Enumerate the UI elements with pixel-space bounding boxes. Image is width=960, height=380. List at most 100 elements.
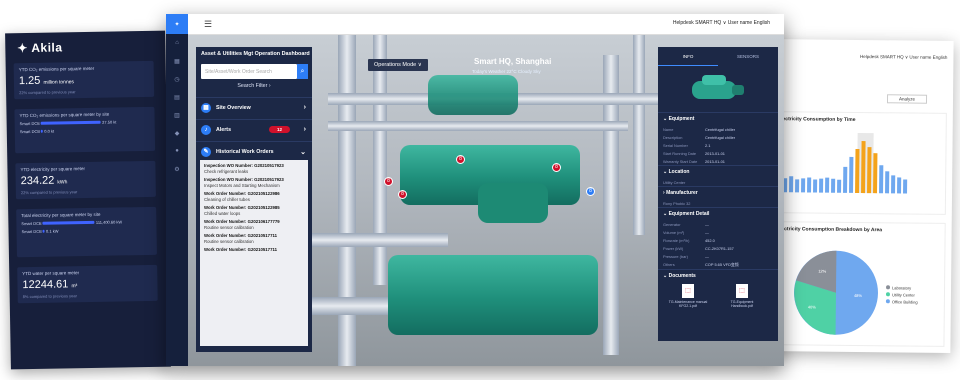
site-row: Smart DCE 111,400.60 kW <box>21 219 123 227</box>
pie-label: 48% <box>854 293 863 298</box>
alert-marker[interactable]: 8 <box>398 190 407 199</box>
legend-item: Laboratory <box>892 285 911 290</box>
list-item[interactable]: Inspection WO Number: G20210517923 Check … <box>204 163 304 174</box>
grid-nav-icon[interactable]: ▦ <box>166 52 188 70</box>
search-filter-link[interactable]: Search Filter › <box>196 83 312 89</box>
alert-marker[interactable]: 8 <box>456 155 465 164</box>
pin-nav-icon[interactable]: ● <box>166 142 188 160</box>
list-item[interactable]: Work Order Number: G20210517711 Routine s… <box>204 233 304 244</box>
site-card-title: YTD CO₂ emissions per square meter by si… <box>19 111 110 119</box>
chevron-right-icon: › <box>303 126 306 133</box>
detail-row: Generator — <box>663 221 709 227</box>
operations-mode-dropdown[interactable]: Operations Mode ∨ <box>368 59 428 71</box>
equipment-row: Name Centrifugal chiller <box>663 126 736 132</box>
chiller-motor[interactable] <box>478 183 548 223</box>
info-marker[interactable]: 8 <box>586 187 595 196</box>
main-operation-window: ✦ ⌂ ▦ ◷ ▤ ▥ ◆ ● ⚙ ☰ Helpdesk SMART HQ ∨ … <box>166 14 784 366</box>
legend-item: Utility Center <box>892 292 916 297</box>
list-item[interactable]: Work Order Number: G202105122986 Cleaning… <box>204 191 304 202</box>
list-item[interactable]: Work Order Number: G202105122985 Chilled … <box>204 205 304 216</box>
top-bar-user-menu[interactable]: Helpdesk SMART HQ ∨ User name English <box>673 20 770 26</box>
kpi-delta: 8% compared to previous year <box>22 293 77 300</box>
legend-item: Office Building <box>892 299 918 304</box>
chevron-down-icon: ⌄ <box>300 148 306 156</box>
pdf-icon: ⬚ <box>682 284 694 298</box>
side-nav: ✦ ⌂ ▦ ◷ ▤ ▥ ◆ ● ⚙ <box>166 14 188 366</box>
site-overview-row[interactable]: ▦ Site Overview › <box>196 97 312 117</box>
pdf-icon: ⬚ <box>736 284 748 298</box>
documents-header[interactable]: ⌄ Documents <box>658 269 778 282</box>
pipe <box>328 121 628 131</box>
site-title: Smart HQ, Shanghai <box>474 57 552 66</box>
detail-row: Power (kW) CC-2K07R1-157 <box>663 245 734 251</box>
search-icon[interactable]: ⌕ <box>297 64 308 79</box>
tab-sensors[interactable]: SENSORS <box>718 47 778 66</box>
kpi-title: YTD CO₂ emissions per square meter <box>18 65 95 73</box>
alert-marker[interactable]: 8 <box>552 163 561 172</box>
list-item[interactable]: Work Order Number: G202106177779 Routine … <box>204 219 304 230</box>
site-card-title: Total electricity per square meter by si… <box>21 211 101 219</box>
bell-icon: ♪ <box>201 124 211 135</box>
list-item[interactable]: Inspection WO Number: G20210517923 Inspec… <box>204 177 304 188</box>
list-item[interactable]: Work Order Number: G20210517711 <box>204 247 304 252</box>
chiller-thumbnail-icon <box>692 75 744 99</box>
grid-icon: ▦ <box>201 102 211 113</box>
chart-nav-icon[interactable]: ▥ <box>166 106 188 124</box>
tab-info[interactable]: INFO <box>658 47 718 66</box>
equipment-row: Description Centrifugal chiller <box>663 134 736 140</box>
top-bar: ☰ Helpdesk SMART HQ ∨ User name English <box>188 14 784 35</box>
alerts-row[interactable]: ♪ Alerts 12 › <box>196 119 312 139</box>
analyze-button[interactable]: Analyze <box>886 94 928 104</box>
section-label: Site Overview <box>216 104 251 111</box>
kpi-card-co2: YTD CO₂ emissions per square meter 1.25 … <box>13 60 155 100</box>
right-panel: INFO SENSORS ⌄ Equipment Name Centrifugal… <box>658 47 778 341</box>
kpi-delta: 22% compared to previous year <box>19 89 76 96</box>
time-bar-chart <box>783 132 908 194</box>
settings-nav-icon[interactable]: ⚙ <box>166 160 188 178</box>
site-row: Smart DCE 27.50 kt <box>19 119 117 127</box>
detail-row: Volume (m³) — <box>663 229 709 235</box>
chevron-right-icon: › <box>303 104 306 111</box>
clock-nav-icon[interactable]: ◷ <box>166 70 188 88</box>
kpi-value: 1.25 million tonnes <box>18 74 75 88</box>
documents-list: ⬚ TG-Maintenance manual KFG2.1.pdf ⬚ TG-… <box>658 282 778 310</box>
detail-row: Pressure (bar) — <box>663 253 709 259</box>
akila-logo: ✦ Akila <box>17 40 63 56</box>
logo-nav-icon[interactable]: ✦ <box>166 14 188 34</box>
wrench-icon: ✎ <box>201 146 211 157</box>
search-input[interactable]: Site/Asset/Work Order Search <box>201 64 297 79</box>
site-electricity-card: Total electricity per square meter by si… <box>16 206 157 258</box>
equipment-row: Serial Number 2.1 <box>663 142 711 148</box>
chiller-unit-2[interactable] <box>388 255 598 335</box>
doc-nav-icon[interactable]: ▤ <box>166 88 188 106</box>
cube-nav-icon[interactable]: ◆ <box>166 124 188 142</box>
manufacturer-header[interactable]: › Manufacturer <box>658 186 778 199</box>
pdf-document[interactable]: ⬚ TG-Maintenance manual KFG2.1.pdf <box>666 284 710 308</box>
location-value: Utility Center <box>663 179 686 185</box>
site-row: Smart DCB 0.0 kt <box>19 128 55 135</box>
pie-label: 12% <box>818 269 827 274</box>
work-order-list: Inspection WO Number: G20210517923 Check … <box>200 160 308 346</box>
site-row: Smart DCB 0.1 kW <box>21 228 59 235</box>
equipment-header[interactable]: ⌄ Equipment <box>658 112 778 125</box>
pipe <box>373 35 387 285</box>
area-chart-card: Electricity Consumption Breakdown by Are… <box>770 221 946 347</box>
pdf-document[interactable]: ⬚ TG-Equipment Handbook.pdf <box>720 284 764 308</box>
kpi-delta: 22% compared to previous year <box>20 189 78 196</box>
kpi-value: 234.22 kWh <box>20 174 68 188</box>
area-pie-chart: 12% 40% 48% Laboratory Utility Center Of… <box>793 250 918 335</box>
detail-row: Flowrate (m³/h) 452.0 <box>663 237 715 243</box>
right-analytics-card: Helpdesk SMART HQ ∨ User name English An… <box>764 39 954 353</box>
history-row[interactable]: ✎ Historical Work Orders ⌄ <box>196 141 312 161</box>
kpi-title: YTD electricity per square meter <box>20 166 86 173</box>
bar-group-blue <box>783 156 908 194</box>
home-nav-icon[interactable]: ⌂ <box>166 34 188 52</box>
location-header[interactable]: ⌄ Location <box>658 165 778 178</box>
alert-marker[interactable]: 8 <box>384 177 393 186</box>
equipment-detail-header[interactable]: ⌄ Equipment Detail <box>658 207 778 220</box>
time-chart-card: Electricity Consumption by Time <box>771 111 947 215</box>
chiller-unit-3[interactable] <box>428 75 518 115</box>
kpi-card-electricity: YTD electricity per square meter 234.22 … <box>15 160 156 200</box>
hamburger-icon[interactable]: ☰ <box>204 19 212 30</box>
kpi-card-water: YTD water per square meter 12244.61 m³ 8… <box>17 264 158 304</box>
